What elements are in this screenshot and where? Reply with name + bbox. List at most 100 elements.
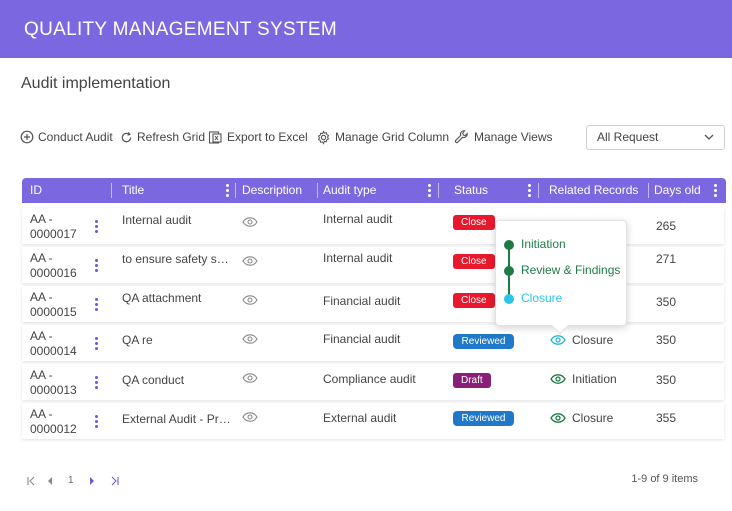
eye-icon[interactable]: [242, 373, 258, 383]
request-filter-select[interactable]: All Request: [586, 125, 725, 150]
eye-icon: [550, 335, 566, 345]
step-dot-initiation: [504, 240, 514, 250]
eye-icon[interactable]: [242, 217, 258, 227]
step-closure[interactable]: Closure: [521, 291, 562, 305]
step-dot-review: [504, 266, 514, 276]
current-page-number[interactable]: 1: [68, 475, 74, 486]
row-menu-icon[interactable]: [95, 376, 98, 389]
export-excel-button[interactable]: Export to Excel: [208, 128, 308, 146]
row-menu-icon[interactable]: [95, 337, 98, 350]
wrench-icon: [454, 130, 468, 144]
manage-grid-column-label: Manage Grid Column: [335, 130, 450, 144]
audit-type-column-menu-icon[interactable]: [428, 184, 431, 197]
row-id: AA -0000014: [30, 329, 77, 358]
step-review-findings[interactable]: Review & Findings: [521, 263, 620, 277]
table-row[interactable]: AA -0000014 QA re Financial audit Review…: [22, 325, 724, 361]
row-audit-type: Financial audit: [323, 294, 401, 308]
request-filter-value: All Request: [597, 130, 659, 144]
row-audit-type: Compliance audit: [323, 372, 416, 386]
related-record-label: Initiation: [572, 372, 617, 386]
next-page-icon[interactable]: [88, 476, 96, 486]
row-menu-icon[interactable]: [95, 415, 98, 428]
first-page-icon[interactable]: [26, 476, 36, 486]
row-menu-icon[interactable]: [95, 298, 98, 311]
row-title: QA re: [122, 333, 153, 347]
excel-icon: [208, 130, 222, 144]
row-audit-type: Internal audit: [323, 251, 393, 265]
row-audit-type: Financial audit: [323, 332, 401, 346]
row-title: QA attachment: [122, 291, 202, 305]
related-record-link[interactable]: Closure: [550, 411, 613, 425]
column-separator: [438, 183, 439, 198]
app-header: QUALITY MANAGEMENT SYSTEM: [0, 0, 732, 58]
manage-grid-column-button[interactable]: Manage Grid Column: [316, 128, 449, 146]
row-title: to ensure safety sta...: [122, 252, 232, 266]
refresh-grid-label: Refresh Grid: [137, 130, 206, 144]
refresh-grid-button[interactable]: Refresh Grid: [120, 128, 205, 146]
status-column-menu-icon[interactable]: [528, 184, 531, 197]
status-badge: Draft: [453, 373, 491, 388]
row-audit-type: Internal audit: [323, 212, 393, 226]
status-badge: Close: [453, 293, 495, 308]
column-header-id[interactable]: ID: [30, 178, 42, 203]
chevron-down-icon: [704, 134, 714, 140]
export-excel-label: Export to Excel: [227, 130, 308, 144]
eye-icon[interactable]: [242, 334, 258, 344]
title-column-menu-icon[interactable]: [226, 184, 229, 197]
related-record-link[interactable]: Initiation: [550, 372, 617, 386]
status-badge: Reviewed: [453, 334, 514, 349]
conduct-audit-button[interactable]: Conduct Audit: [20, 128, 113, 146]
related-record-label: Closure: [572, 333, 614, 347]
eye-icon: [550, 413, 566, 423]
column-separator: [538, 183, 539, 198]
status-badge: Close: [453, 215, 495, 230]
row-id: AA -0000015: [30, 290, 77, 319]
workflow-popover: Initiation Review & Findings Closure: [495, 220, 627, 335]
eye-icon[interactable]: [242, 256, 258, 266]
eye-icon: [550, 374, 566, 384]
step-initiation[interactable]: Initiation: [521, 237, 566, 251]
row-days-old: 350: [656, 373, 677, 387]
pager-info: 1-9 of 9 items: [631, 473, 698, 485]
row-days-old: 350: [656, 295, 677, 309]
manage-views-label: Manage Views: [474, 130, 553, 144]
column-separator: [317, 183, 318, 198]
row-days-old: 265: [656, 219, 677, 233]
table-row[interactable]: AA -0000012 External Audit - Pro... Exte…: [22, 403, 724, 439]
related-record-link[interactable]: Closure: [550, 333, 613, 347]
row-menu-icon[interactable]: [95, 259, 98, 272]
row-title: QA conduct: [122, 373, 185, 387]
plus-circle-icon: [20, 130, 34, 144]
column-separator: [235, 183, 236, 198]
step-dot-closure: [504, 294, 514, 304]
table-row[interactable]: AA -0000013 QA conduct Compliance audit …: [22, 364, 724, 400]
status-badge: Close: [453, 254, 495, 269]
row-id: AA -0000016: [30, 251, 77, 280]
refresh-icon: [121, 131, 132, 142]
column-header-status[interactable]: Status: [454, 178, 488, 203]
row-title: Internal audit: [122, 213, 192, 227]
eye-icon[interactable]: [242, 412, 258, 422]
previous-page-icon[interactable]: [46, 476, 54, 486]
row-menu-icon[interactable]: [95, 220, 98, 233]
column-header-title[interactable]: Title: [122, 178, 144, 203]
column-header-days-old[interactable]: Days old: [654, 178, 701, 203]
grid-header: ID Title Description Audit type Status R…: [22, 178, 726, 203]
conduct-audit-label: Conduct Audit: [38, 130, 113, 144]
status-badge: Reviewed: [453, 411, 514, 426]
column-separator: [111, 183, 112, 198]
days-old-column-menu-icon[interactable]: [714, 184, 717, 197]
page-bar: Audit implementation: [0, 58, 732, 108]
column-header-related-records[interactable]: Related Records: [549, 178, 638, 203]
column-separator: [648, 183, 649, 198]
manage-views-button[interactable]: Manage Views: [454, 128, 553, 146]
column-header-audit-type[interactable]: Audit type: [323, 178, 376, 203]
eye-icon[interactable]: [242, 295, 258, 305]
related-record-label: Closure: [572, 411, 614, 425]
column-header-description[interactable]: Description: [242, 178, 302, 203]
row-days-old: 355: [656, 411, 677, 425]
last-page-icon[interactable]: [110, 476, 120, 486]
row-audit-type: External audit: [323, 411, 397, 425]
row-id: AA -0000013: [30, 368, 77, 397]
row-id: AA -0000017: [30, 212, 77, 241]
